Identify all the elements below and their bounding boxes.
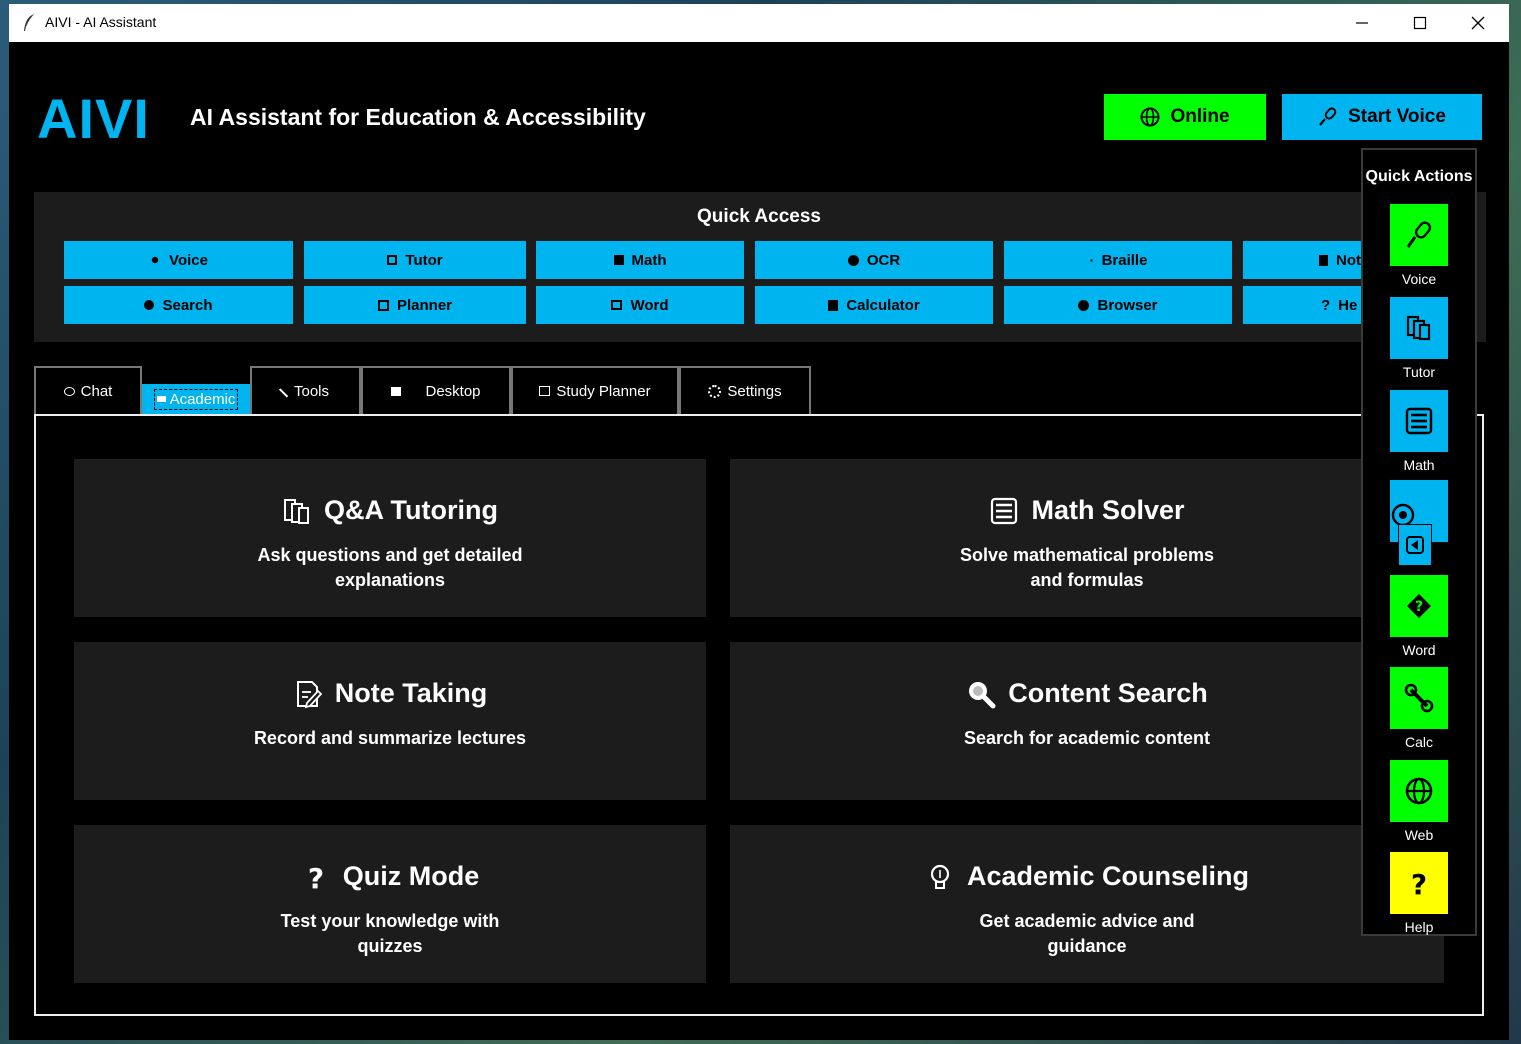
note-icon [296,680,322,708]
academic-content: Q&A Tutoring Ask questions and get detai… [34,414,1484,1016]
book-icon [1406,315,1431,341]
start-voice-button[interactable]: Start Voice [1282,94,1482,140]
tab-study-planner[interactable]: Study Planner [511,366,679,414]
qa-tutor-button[interactable]: Tutor [304,241,526,279]
card-content-search[interactable]: Content Search Search for academic conte… [730,642,1444,800]
calculator-icon [828,299,839,311]
play-back-icon [1406,536,1424,554]
question-icon: ? [308,862,324,892]
diamond-icon: ? [1407,594,1431,618]
qa-side-ocr-button[interactable] [1390,480,1448,566]
question-icon: ? [1321,296,1331,314]
qa-side-word-label: Word [1402,642,1436,658]
microphone-icon [1319,107,1337,126]
braille-icon [1088,257,1094,263]
qa-word-button[interactable]: Word [536,286,744,324]
microphone-icon [1406,221,1432,248]
qa-side-web-button[interactable] [1390,760,1448,822]
abacus-icon [1405,407,1433,435]
qa-ocr-button[interactable]: OCR [755,241,993,279]
note-icon [1319,254,1328,266]
qa-side-tutor-label: Tutor [1402,364,1436,380]
qa-math-button[interactable]: Math [536,241,744,279]
qa-browser-button[interactable]: Browser [1004,286,1232,324]
qa-side-help-label: Help [1404,919,1434,935]
app-subtitle: AI Assistant for Education & Accessibili… [190,104,646,130]
svg-text:?: ? [1411,868,1427,898]
qa-search-button[interactable]: Search [64,286,293,324]
graduation-cap-icon [156,396,166,402]
tab-chat[interactable]: Chat [34,366,142,414]
tab-tools[interactable]: Tools [250,366,361,414]
start-voice-label: Start Voice [1348,106,1446,127]
tab-settings[interactable]: Settings [679,366,811,414]
title-bar: AIVI - AI Assistant [9,4,1509,42]
briefcase-icon [611,300,623,310]
globe-icon [1140,107,1160,127]
lightbulb-icon [930,864,950,889]
quick-actions-title: Quick Actions [1365,168,1473,185]
qa-braille-button[interactable]: Braille [1004,241,1232,279]
gear-icon [708,384,722,398]
qa-notes-button[interactable]: Not [1243,241,1361,279]
chat-icon [63,386,75,396]
qa-side-tutor-button[interactable] [1390,297,1448,359]
card-math-solver[interactable]: Math Solver Solve mathematical problems … [730,459,1444,617]
eye-icon [847,254,859,266]
qa-planner-button[interactable]: Planner [304,286,526,324]
app-logo: AIVI [37,87,150,150]
qa-side-help-button[interactable]: ? [1390,852,1448,914]
qa-side-web-label: Web [1404,827,1434,843]
globe-icon [1405,777,1433,805]
desktop-icon [391,386,402,396]
qa-side-word-button[interactable]: ? [1390,575,1448,637]
abacus-icon [613,255,624,265]
book-icon [387,255,398,265]
quick-actions-panel: Quick Actions Voice Tutor Math ? Word Ca… [1361,148,1477,936]
book-icon [284,498,310,524]
svg-text:?: ? [1415,599,1423,615]
card-qa-tutoring[interactable]: Q&A Tutoring Ask questions and get detai… [74,459,706,617]
wrench-icon [278,384,291,398]
feather-icon [24,14,34,31]
close-icon [1471,16,1485,30]
qa-side-voice-label: Voice [1401,271,1437,287]
minimize-icon [1356,22,1368,24]
close-button[interactable] [1449,4,1507,42]
minimize-button[interactable] [1333,4,1391,42]
quick-access-title: Quick Access [697,206,821,227]
online-label: Online [1170,106,1230,127]
maximize-icon [1413,16,1427,30]
card-quiz-mode[interactable]: ? Quiz Mode Test your knowledge with qui… [74,825,706,983]
globe-icon [1078,299,1090,311]
window-title: AIVI - AI Assistant [45,14,157,30]
search-icon [144,300,155,310]
qa-side-voice-button[interactable] [1390,204,1448,266]
qa-calculator-button[interactable]: Calculator [755,286,993,324]
qa-side-math-button[interactable] [1390,390,1448,452]
abacus-icon [991,497,1018,524]
collapse-handle[interactable] [1398,524,1432,566]
app-window: AIVI - AI Assistant AIVI AI Assistant fo… [9,4,1509,1040]
wrench-icon [1404,683,1434,713]
svg-text:?: ? [308,862,324,892]
tab-desktop[interactable]: Desktop [361,366,511,414]
question-icon: ? [1411,868,1427,898]
search-icon [969,681,996,708]
quick-access-panel: Quick Access Voice Tutor Math OCR Braill… [34,192,1486,342]
qa-help-button[interactable]: ? He [1243,286,1361,324]
maximize-button[interactable] [1391,4,1449,42]
qa-side-math-label: Math [1403,457,1435,473]
tab-academic[interactable]: Academic [142,384,250,414]
calendar-icon [377,299,389,311]
card-note-taking[interactable]: Note Taking Record and summarize lecture… [74,642,706,800]
qa-voice-button[interactable]: Voice [64,241,293,279]
person-icon [149,254,162,266]
qa-side-calc-label: Calc [1404,734,1433,750]
calendar-icon [539,386,551,396]
online-button[interactable]: Online [1104,94,1266,140]
qa-side-calc-button[interactable] [1390,667,1448,729]
card-academic-counseling[interactable]: Academic Counseling Get academic advice … [730,825,1444,983]
